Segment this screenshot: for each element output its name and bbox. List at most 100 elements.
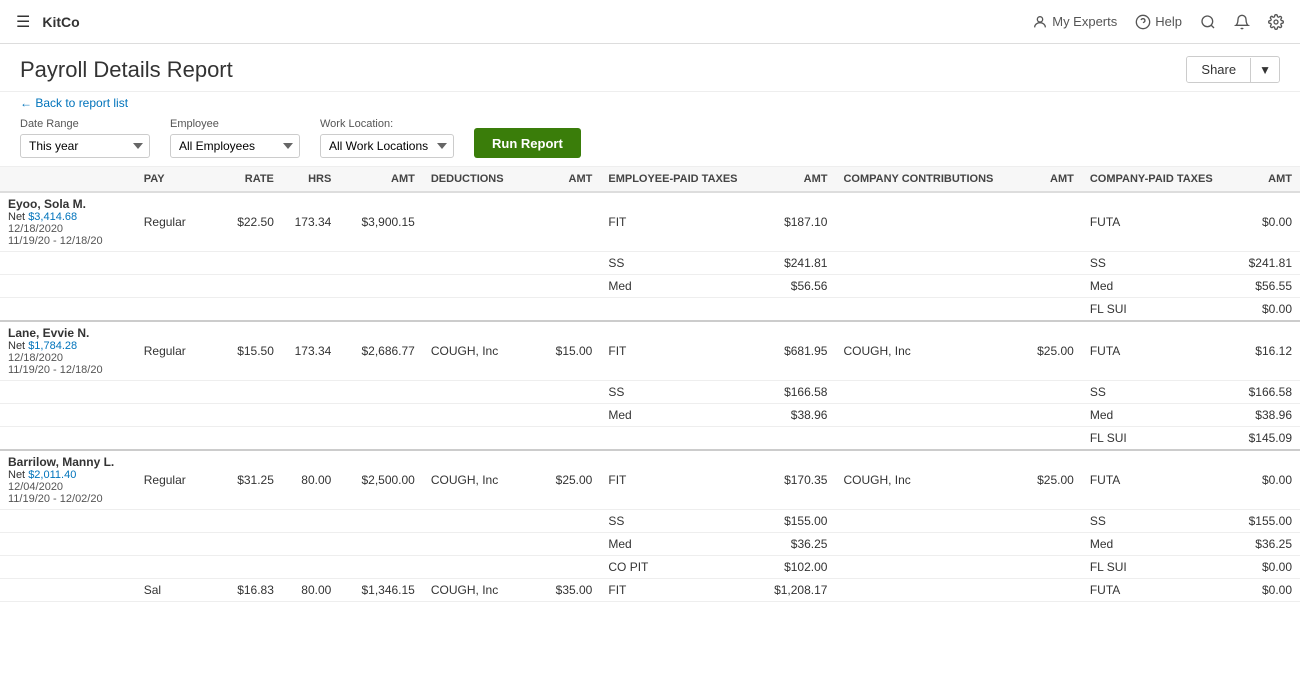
amt-cell	[339, 556, 423, 579]
cc-amt-cell	[1009, 275, 1082, 298]
amt-cell: $2,686.77	[339, 321, 423, 381]
col-header-ded-amt: AMT	[527, 167, 600, 192]
cc-cell	[835, 381, 1008, 404]
share-button[interactable]: Share ▼	[1186, 56, 1280, 83]
settings-button[interactable]	[1268, 14, 1284, 30]
cc-amt-cell	[1009, 381, 1082, 404]
rate-cell	[219, 510, 282, 533]
pay-cell	[136, 404, 220, 427]
page-title: Payroll Details Report	[20, 57, 233, 83]
hrs-cell: 80.00	[282, 579, 339, 602]
ep-amt-cell: $187.10	[752, 192, 836, 252]
col-header-ep-amt: AMT	[752, 167, 836, 192]
pay-cell: Sal	[136, 579, 220, 602]
cp-tax-cell: SS	[1082, 381, 1227, 404]
work-location-label: Work Location:	[320, 118, 454, 130]
person-icon	[1032, 14, 1048, 30]
employee-info-cell	[0, 579, 136, 602]
cc-amt-cell	[1009, 533, 1082, 556]
work-location-filter: Work Location: All Work Locations	[320, 118, 454, 158]
ep-amt-cell: $36.25	[752, 533, 836, 556]
ded-amt-cell: $35.00	[527, 579, 600, 602]
deduction-cell	[423, 404, 527, 427]
payroll-table-container: PAY RATE HRS AMT DEDUCTIONS AMT EMPLOYEE…	[0, 167, 1300, 602]
cc-cell	[835, 275, 1008, 298]
run-report-button[interactable]: Run Report	[474, 128, 581, 158]
deduction-cell	[423, 275, 527, 298]
help-link[interactable]: Help	[1135, 14, 1182, 30]
cp-amt-cell: $56.55	[1227, 275, 1300, 298]
rate-cell	[219, 533, 282, 556]
date-range-filter: Date Range This year	[20, 118, 150, 158]
hrs-cell	[282, 381, 339, 404]
employee-select[interactable]: All Employees	[170, 134, 300, 158]
rate-cell: $31.25	[219, 450, 282, 510]
ep-tax-cell: SS	[600, 510, 752, 533]
cp-amt-cell: $241.81	[1227, 252, 1300, 275]
pay-cell: Regular	[136, 321, 220, 381]
work-location-select[interactable]: All Work Locations	[320, 134, 454, 158]
col-header-ep-taxes: EMPLOYEE-PAID TAXES	[600, 167, 752, 192]
rate-cell	[219, 404, 282, 427]
date-range-select[interactable]: This year	[20, 134, 150, 158]
notifications-button[interactable]	[1234, 14, 1250, 30]
bell-icon	[1234, 14, 1250, 30]
deduction-cell: COUGH, Inc	[423, 579, 527, 602]
cp-amt-cell: $166.58	[1227, 381, 1300, 404]
ded-amt-cell	[527, 427, 600, 451]
ep-tax-cell: Med	[600, 275, 752, 298]
cc-cell	[835, 427, 1008, 451]
ded-amt-cell	[527, 275, 600, 298]
cp-amt-cell: $38.96	[1227, 404, 1300, 427]
cc-amt-cell: $25.00	[1009, 450, 1082, 510]
employee-date: 12/18/2020	[8, 223, 128, 235]
col-header-cc: COMPANY CONTRIBUTIONS	[835, 167, 1008, 192]
cp-amt-cell: $145.09	[1227, 427, 1300, 451]
col-header-hrs: HRS	[282, 167, 339, 192]
table-row: Barrilow, Manny L. Net $2,011.40 12/04/2…	[0, 450, 1300, 510]
hrs-cell: 80.00	[282, 450, 339, 510]
cc-cell	[835, 533, 1008, 556]
ep-tax-cell: FIT	[600, 321, 752, 381]
help-icon	[1135, 14, 1151, 30]
rate-cell: $15.50	[219, 321, 282, 381]
employee-net: Net $3,414.68	[8, 211, 128, 223]
hamburger-icon[interactable]: ☰	[16, 12, 30, 32]
table-row: Med$36.25Med$36.25	[0, 533, 1300, 556]
pay-cell	[136, 298, 220, 322]
employee-info-cell	[0, 381, 136, 404]
search-button[interactable]	[1200, 14, 1216, 30]
pay-cell	[136, 556, 220, 579]
ded-amt-cell	[527, 252, 600, 275]
cp-tax-cell: FL SUI	[1082, 556, 1227, 579]
deduction-cell	[423, 252, 527, 275]
hrs-cell	[282, 533, 339, 556]
amt-cell	[339, 275, 423, 298]
cc-amt-cell	[1009, 579, 1082, 602]
hrs-cell	[282, 252, 339, 275]
deduction-cell	[423, 381, 527, 404]
table-row: Lane, Evvie N. Net $1,784.28 12/18/2020 …	[0, 321, 1300, 381]
my-experts-link[interactable]: My Experts	[1032, 14, 1117, 30]
cc-amt-cell	[1009, 404, 1082, 427]
nav-right: My Experts Help	[1032, 14, 1284, 30]
hrs-cell	[282, 275, 339, 298]
amt-cell	[339, 252, 423, 275]
table-header-row: PAY RATE HRS AMT DEDUCTIONS AMT EMPLOYEE…	[0, 167, 1300, 192]
deduction-cell: COUGH, Inc	[423, 450, 527, 510]
cp-amt-cell: $155.00	[1227, 510, 1300, 533]
rate-cell: $16.83	[219, 579, 282, 602]
deduction-cell	[423, 556, 527, 579]
settings-icon	[1268, 14, 1284, 30]
back-to-report-list-link[interactable]: ← Back to report list	[0, 92, 1300, 110]
ded-amt-cell: $15.00	[527, 321, 600, 381]
ep-amt-cell: $1,208.17	[752, 579, 836, 602]
employee-date: 12/04/2020	[8, 481, 128, 493]
share-dropdown-arrow[interactable]: ▼	[1250, 58, 1279, 82]
employee-info-cell	[0, 404, 136, 427]
cp-tax-cell: FL SUI	[1082, 298, 1227, 322]
ep-amt-cell: $166.58	[752, 381, 836, 404]
employee-info-cell	[0, 533, 136, 556]
cc-amt-cell	[1009, 192, 1082, 252]
cp-tax-cell: SS	[1082, 510, 1227, 533]
